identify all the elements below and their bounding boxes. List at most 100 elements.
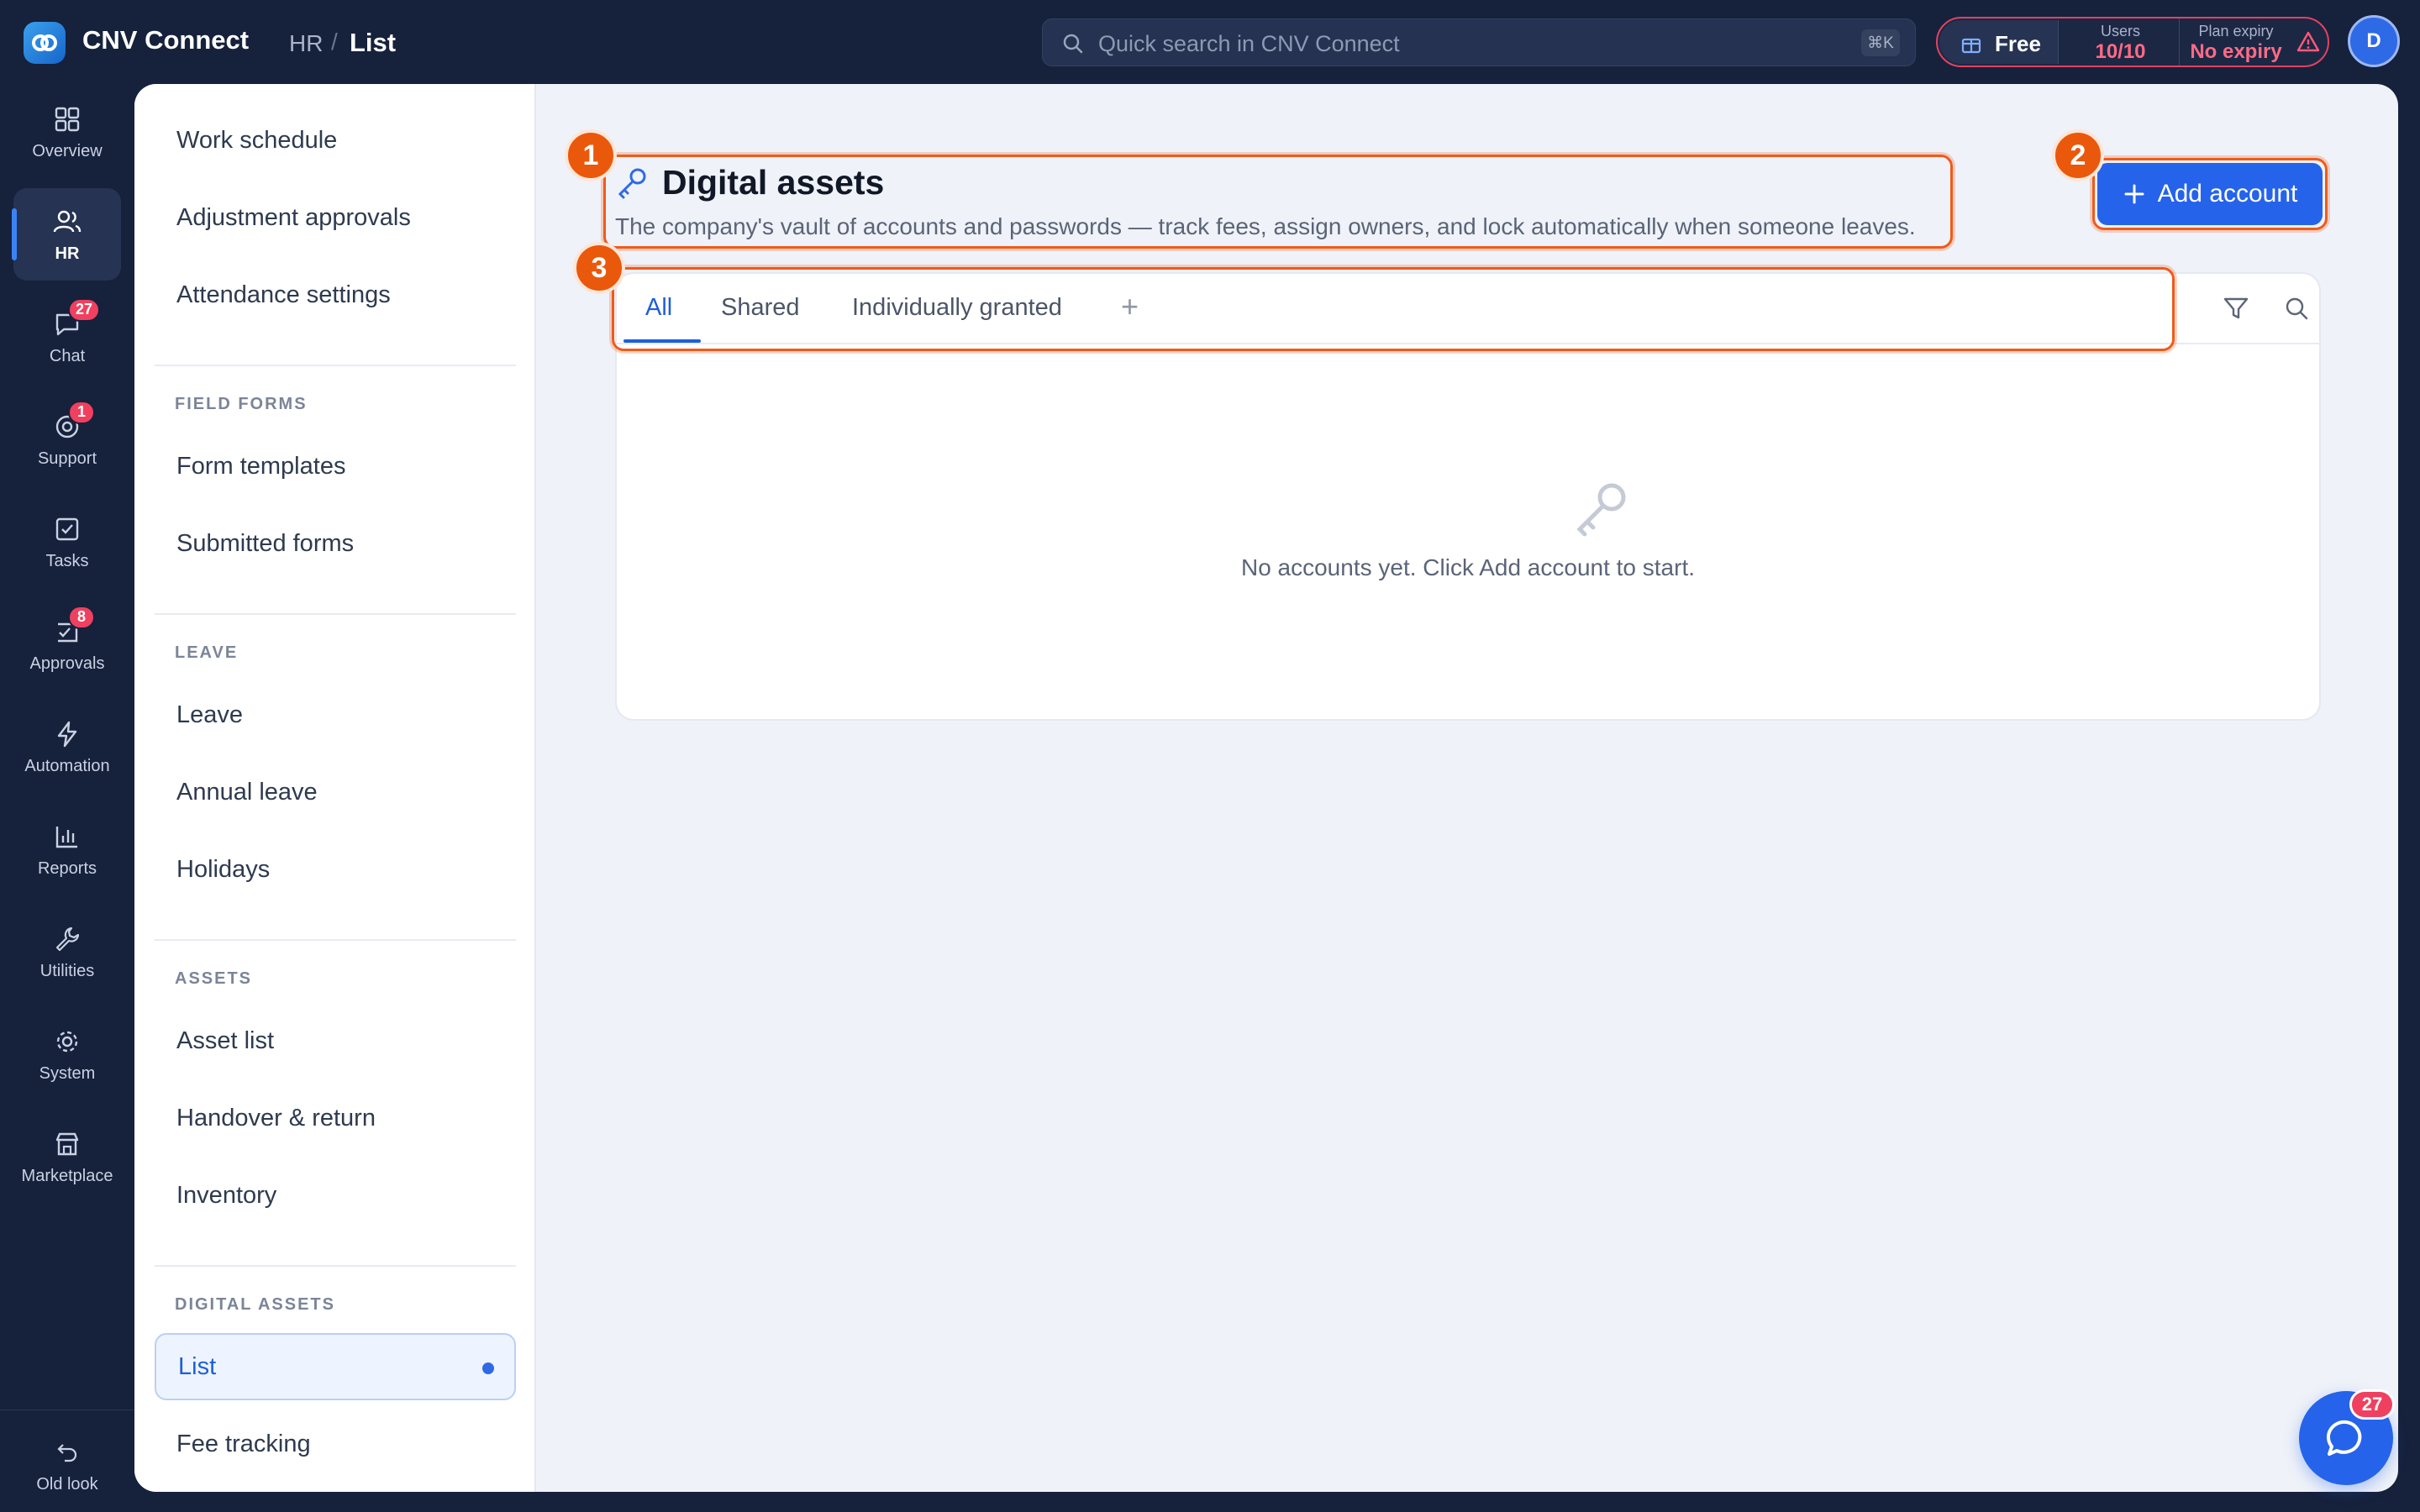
users-icon: [51, 206, 83, 238]
chat-fab-badge: 27: [2349, 1389, 2395, 1420]
nav-adjustment-approvals[interactable]: Adjustment approvals: [155, 184, 516, 251]
highlight-tabs: [612, 267, 2175, 351]
rail-item-system[interactable]: System: [13, 1008, 121, 1100]
key-icon: [1576, 483, 1626, 537]
plan-name: Free: [1995, 31, 2041, 56]
nav-annual-leave[interactable]: Annual leave: [155, 759, 516, 826]
section-heading-leave: LEAVE: [175, 643, 239, 662]
rail-label: Tasks: [45, 551, 89, 570]
plan-users: Users 10/10: [2062, 18, 2180, 66]
search-icon[interactable]: [2282, 294, 2311, 323]
rail-label: Overview: [32, 141, 103, 160]
section-heading-assets: ASSETS: [175, 969, 253, 988]
page-description: The company's vault of accounts and pass…: [615, 213, 1916, 239]
top-bar: CNV Connect HR / List Quick search in CN…: [0, 0, 2420, 84]
page-title: Digital assets: [662, 163, 885, 202]
rail-item-tasks[interactable]: Tasks: [13, 496, 121, 588]
rail-label: Chat: [49, 346, 86, 365]
nav-list-label: List: [178, 1352, 217, 1380]
rail-item-hr[interactable]: HR: [12, 188, 121, 281]
rail-item-reports[interactable]: Reports: [13, 803, 121, 895]
chat-bubble-icon: [2326, 1420, 2362, 1456]
breadcrumb-separator: /: [331, 29, 338, 55]
plan-free-chip[interactable]: Free: [1939, 20, 2059, 64]
rail-item-automation[interactable]: Automation: [13, 701, 121, 793]
rail-label: Marketplace: [21, 1166, 113, 1185]
rail-label: Utilities: [39, 961, 95, 980]
rail-label: Reports: [37, 858, 97, 878]
app-logo[interactable]: [24, 22, 66, 64]
rail-label: HR: [55, 244, 80, 263]
rail-item-overview[interactable]: Overview: [13, 86, 121, 178]
divider: [155, 939, 516, 941]
section-heading-digital-assets: DIGITAL ASSETS: [175, 1295, 335, 1314]
search-icon: [1063, 34, 1083, 54]
plan-expiry: Plan expiry No expiry: [2181, 18, 2291, 66]
plus-icon: [2124, 184, 2144, 204]
users-caption: Users: [2100, 23, 2140, 39]
rail-label: System: [39, 1063, 96, 1083]
rail-item-marketplace[interactable]: Marketplace: [13, 1110, 121, 1203]
old-look-button[interactable]: Old look: [13, 1419, 121, 1511]
rail-label: Automation: [24, 756, 110, 775]
undo-icon: [51, 1436, 83, 1468]
main-content: Digital assets The company's vault of ac…: [536, 84, 2398, 1492]
rail-label: Support: [37, 449, 97, 468]
divider: [155, 613, 516, 615]
expiry-caption: Plan expiry: [2198, 23, 2274, 39]
checkbox-icon: [51, 513, 83, 545]
nav-list[interactable]: List: [155, 1333, 516, 1400]
nav-inventory[interactable]: Inventory: [155, 1162, 516, 1229]
old-look-label: Old look: [36, 1474, 98, 1494]
annotation-marker-3: 3: [573, 242, 625, 294]
nav-asset-list[interactable]: Asset list: [155, 1007, 516, 1074]
rail-item-approvals[interactable]: 8 Approvals: [13, 598, 121, 690]
content-panel: Work schedule Adjustment approvals Atten…: [134, 84, 2398, 1492]
nav-leave[interactable]: Leave: [155, 681, 516, 748]
plan-status[interactable]: Free Users 10/10 Plan expiry No expiry: [1936, 17, 2329, 67]
user-avatar[interactable]: D: [2348, 15, 2400, 67]
search-placeholder: Quick search in CNV Connect: [1098, 31, 1400, 56]
bar-chart-icon: [51, 821, 83, 853]
search-input[interactable]: Quick search in CNV Connect ⌘K: [1042, 18, 1916, 66]
approval-icon: 8: [51, 605, 95, 648]
app-rail: Overview HR 27 Chat 1 Support Tasks 8 Ap…: [0, 84, 134, 1512]
active-dot: [482, 1362, 494, 1374]
users-value: 10/10: [2095, 40, 2146, 63]
add-account-button[interactable]: Add account: [2097, 163, 2323, 225]
expiry-value: No expiry: [2190, 40, 2282, 63]
add-account-label: Add account: [2157, 180, 2298, 207]
app-title: CNV Connect: [82, 25, 250, 55]
rail-item-utilities[interactable]: Utilities: [13, 906, 121, 998]
rail-footer: Old look: [0, 1410, 134, 1512]
key-icon: [618, 168, 646, 199]
store-icon: [51, 1128, 83, 1160]
rail-label: Approvals: [29, 654, 105, 673]
wrench-icon: [51, 923, 83, 955]
lightning-icon: [51, 718, 83, 750]
rail-item-chat[interactable]: 27 Chat: [13, 291, 121, 383]
search-shortcut: ⌘K: [1861, 29, 1900, 56]
gear-icon: [51, 1026, 83, 1058]
annotation-marker-1: 1: [565, 129, 617, 181]
filter-icon[interactable]: [2222, 294, 2250, 323]
approvals-badge: 8: [68, 605, 95, 629]
divider: [155, 365, 516, 366]
nav-form-templates[interactable]: Form templates: [155, 433, 516, 500]
lifebuoy-icon: 1: [51, 400, 95, 443]
support-badge: 1: [68, 400, 95, 424]
empty-state-message: No accounts yet. Click Add account to st…: [1240, 554, 1696, 580]
grid-icon: [51, 103, 83, 135]
nav-work-schedule[interactable]: Work schedule: [155, 107, 516, 174]
nav-handover-return[interactable]: Handover & return: [155, 1084, 516, 1152]
breadcrumb-parent[interactable]: HR: [289, 30, 323, 57]
nav-attendance-settings[interactable]: Attendance settings: [155, 261, 516, 328]
nav-holidays[interactable]: Holidays: [155, 836, 516, 903]
nav-fee-tracking[interactable]: Fee tracking: [155, 1410, 516, 1478]
chat-badge: 27: [68, 297, 101, 322]
warning-icon: [2296, 31, 2320, 52]
nav-submitted-forms[interactable]: Submitted forms: [155, 510, 516, 577]
chat-icon: 27: [51, 297, 101, 340]
divider: [155, 1265, 516, 1267]
rail-item-support[interactable]: 1 Support: [13, 393, 121, 486]
